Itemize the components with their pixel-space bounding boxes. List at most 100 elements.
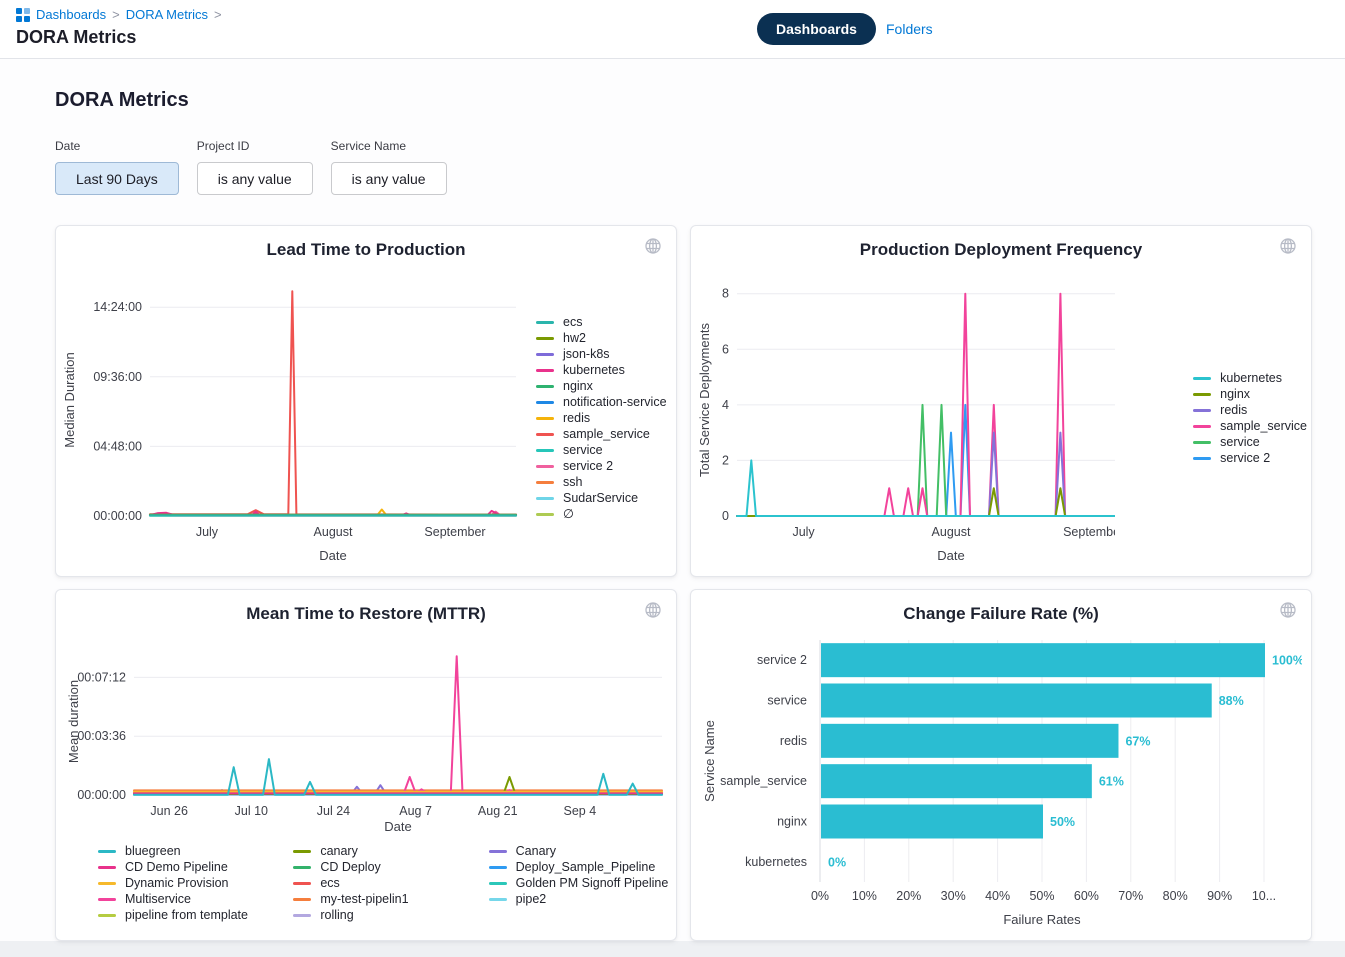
- legend-label: ecs: [563, 316, 582, 329]
- svg-text:Jul 10: Jul 10: [235, 804, 268, 818]
- legend-label: notification-service: [563, 396, 667, 409]
- svg-text:6: 6: [722, 342, 729, 356]
- svg-text:August: August: [932, 525, 971, 539]
- legend-swatch: [1193, 377, 1211, 380]
- svg-text:Failure Rates: Failure Rates: [1003, 912, 1081, 927]
- legend-item[interactable]: service 2: [536, 460, 667, 473]
- legend-item[interactable]: service 2: [1193, 452, 1307, 465]
- svg-text:4: 4: [722, 398, 729, 412]
- legend-item[interactable]: sample_service: [536, 428, 667, 441]
- legend-item[interactable]: service: [536, 444, 667, 457]
- svg-text:Aug 21: Aug 21: [478, 804, 518, 818]
- svg-text:30%: 30%: [941, 889, 966, 903]
- tab-dashboards[interactable]: Dashboards: [757, 13, 876, 45]
- globe-icon[interactable]: [1266, 599, 1299, 621]
- legend-label: Dynamic Provision: [125, 877, 229, 890]
- legend-swatch: [536, 433, 554, 436]
- legend-label: redis: [1220, 404, 1247, 417]
- dashboards-grid-icon: [16, 8, 30, 22]
- legend-swatch: [1193, 441, 1211, 444]
- legend-item[interactable]: sample_service: [1193, 420, 1307, 433]
- globe-icon[interactable]: [642, 599, 664, 624]
- svg-text:kubernetes: kubernetes: [745, 855, 807, 869]
- legend-item[interactable]: kubernetes: [536, 364, 667, 377]
- svg-text:July: July: [792, 525, 815, 539]
- svg-text:00:07:12: 00:07:12: [77, 670, 126, 684]
- breadcrumb-link-dora-metrics[interactable]: DORA Metrics: [126, 7, 208, 22]
- breadcrumb-link-dashboards[interactable]: Dashboards: [36, 7, 106, 22]
- legend-item[interactable]: pipeline from template: [98, 909, 285, 922]
- globe-icon[interactable]: [1277, 235, 1299, 260]
- legend-label: redis: [563, 412, 590, 425]
- legend-item[interactable]: my-test-pipelin1: [293, 893, 480, 906]
- legend-item[interactable]: bluegreen: [98, 845, 285, 858]
- svg-text:Total Service Deployments: Total Service Deployments: [697, 323, 712, 477]
- legend-swatch: [536, 401, 554, 404]
- svg-text:60%: 60%: [1074, 889, 1099, 903]
- legend-swatch: [536, 369, 554, 372]
- legend-swatch: [293, 898, 311, 901]
- legend-item[interactable]: ∅: [536, 508, 667, 521]
- svg-text:Aug 7: Aug 7: [399, 804, 432, 818]
- legend-label: service 2: [1220, 452, 1270, 465]
- legend-item[interactable]: service: [1193, 436, 1307, 449]
- filter-project-id-label: Project ID: [197, 139, 313, 153]
- svg-text:September: September: [1063, 525, 1115, 539]
- breadcrumb: Dashboards > DORA Metrics >: [16, 7, 222, 22]
- mttr-chart-title: Mean Time to Restore (MTTR): [56, 590, 676, 624]
- legend-item[interactable]: CD Demo Pipeline: [98, 861, 285, 874]
- legend-item[interactable]: Dynamic Provision: [98, 877, 285, 890]
- legend-swatch: [1193, 409, 1211, 412]
- change-failure-rate-chart-title: Change Failure Rate (%): [691, 590, 1311, 624]
- legend-item[interactable]: Multiservice: [98, 893, 285, 906]
- svg-text:90%: 90%: [1207, 889, 1232, 903]
- legend-item[interactable]: json-k8s: [536, 348, 667, 361]
- svg-text:Jun 26: Jun 26: [150, 804, 188, 818]
- legend-item[interactable]: SudarService: [536, 492, 667, 505]
- legend-item[interactable]: ecs: [293, 877, 480, 890]
- legend-label: CD Demo Pipeline: [125, 861, 228, 874]
- tab-folders[interactable]: Folders: [880, 20, 939, 38]
- svg-text:service 2: service 2: [757, 653, 807, 667]
- legend-item[interactable]: rolling: [293, 909, 480, 922]
- legend-item[interactable]: nginx: [536, 380, 667, 393]
- legend-item[interactable]: nginx: [1193, 388, 1307, 401]
- lead-time-chart-plot[interactable]: 00:00:0004:48:0009:36:0014:24:00JulyAugu…: [60, 270, 522, 566]
- legend-item[interactable]: Golden PM Signoff Pipeline: [489, 877, 676, 890]
- legend-item[interactable]: hw2: [536, 332, 667, 345]
- legend-label: pipe2: [516, 893, 547, 906]
- legend-item[interactable]: redis: [536, 412, 667, 425]
- mttr-chart-plot[interactable]: 00:00:0000:03:3600:07:12Jun 26Jul 10Jul …: [64, 634, 668, 837]
- legend-swatch: [489, 898, 507, 901]
- globe-icon[interactable]: [642, 235, 664, 260]
- svg-text:80%: 80%: [1163, 889, 1188, 903]
- legend-item[interactable]: kubernetes: [1193, 372, 1307, 385]
- legend-item[interactable]: redis: [1193, 404, 1307, 417]
- legend-label: canary: [320, 845, 358, 858]
- legend-swatch: [1193, 393, 1211, 396]
- svg-text:2: 2: [722, 453, 729, 467]
- deployment-frequency-chart-plot[interactable]: 02468JulyAugustSeptemberDateTotal Servic…: [695, 270, 1115, 566]
- header-page-title: DORA Metrics: [16, 27, 136, 48]
- filter-date-button[interactable]: Last 90 Days: [55, 162, 179, 195]
- filter-project-id-button[interactable]: is any value: [197, 162, 313, 195]
- legend-item[interactable]: notification-service: [536, 396, 667, 409]
- legend-item[interactable]: ssh: [536, 476, 667, 489]
- legend-item[interactable]: canary: [293, 845, 480, 858]
- legend-item[interactable]: Deploy_Sample_Pipeline: [489, 861, 676, 874]
- legend-swatch: [293, 850, 311, 853]
- legend-swatch: [98, 866, 116, 869]
- legend-item[interactable]: Canary: [489, 845, 676, 858]
- svg-text:Date: Date: [937, 548, 964, 563]
- legend-item[interactable]: CD Deploy: [293, 861, 480, 874]
- legend-label: service: [563, 444, 603, 457]
- top-header: Dashboards > DORA Metrics > DORA Metrics…: [0, 0, 1345, 59]
- change-failure-rate-chart-plot[interactable]: 0%10%20%30%40%50%60%70%80%90%10...servic…: [702, 634, 1302, 934]
- legend-swatch: [293, 866, 311, 869]
- legend-item[interactable]: ecs: [536, 316, 667, 329]
- filter-service-name-button[interactable]: is any value: [331, 162, 447, 195]
- change-failure-rate-card: Change Failure Rate (%) 0%10%20%30%40%50…: [690, 589, 1312, 941]
- legend-label: sample_service: [563, 428, 650, 441]
- svg-text:Median Duration: Median Duration: [62, 352, 77, 447]
- legend-item[interactable]: pipe2: [489, 893, 676, 906]
